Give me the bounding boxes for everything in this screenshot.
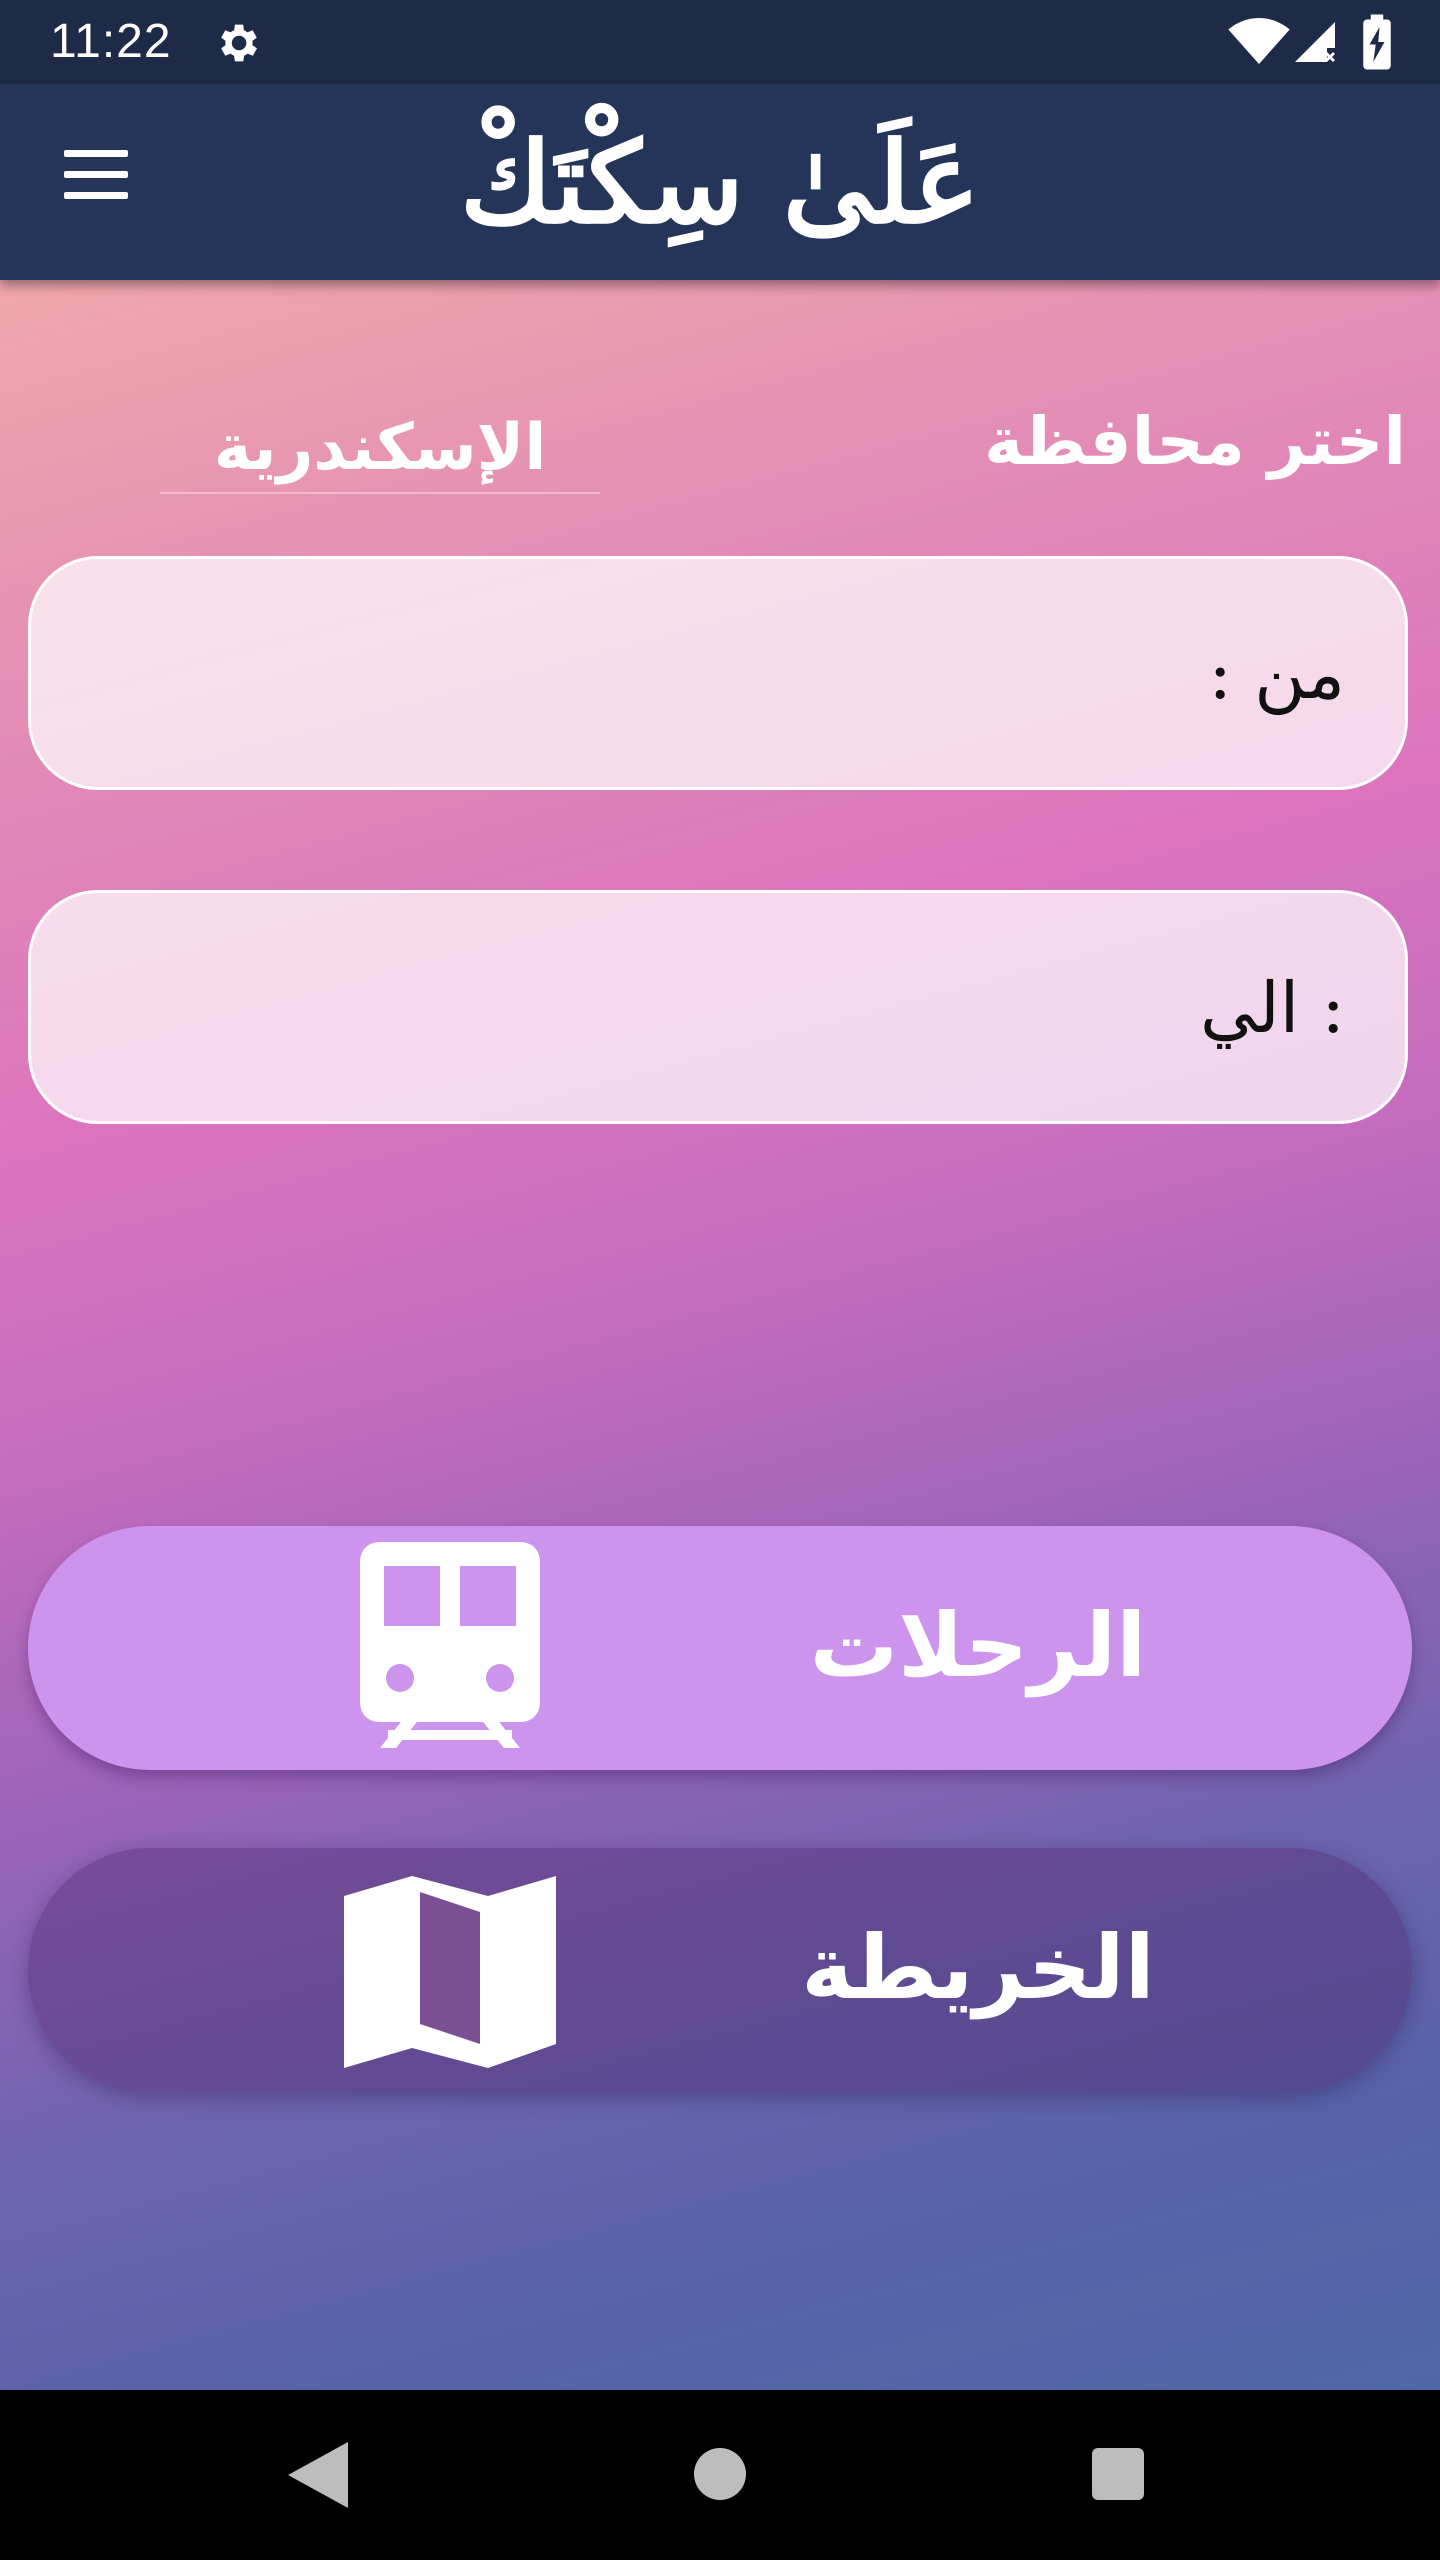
back-icon[interactable] xyxy=(288,2442,348,2508)
home-icon[interactable] xyxy=(694,2448,746,2500)
wifi-icon xyxy=(1228,18,1290,64)
from-field[interactable]: من : xyxy=(28,556,1408,790)
province-dropdown[interactable]: الإسكندرية xyxy=(160,408,600,494)
navigation-bar xyxy=(0,2390,1440,2560)
to-field[interactable]: : الي xyxy=(28,890,1408,1124)
app-title: عَلَىٰ سِكْتَكْ xyxy=(459,118,981,249)
main-content: اختر محافظة الإسكندرية من : : الي الرحلا… xyxy=(0,280,1440,2390)
status-time: 11:22 xyxy=(50,15,172,68)
map-label: الخريطة xyxy=(801,1916,1155,2019)
status-bar: 11:22 xyxy=(0,0,1440,84)
trips-label: الرحلات xyxy=(809,1594,1147,1697)
app-bar: عَلَىٰ سِكْتَكْ xyxy=(0,84,1440,280)
province-label: اختر محافظة xyxy=(984,403,1406,480)
to-label: : الي xyxy=(1200,967,1345,1049)
to-input[interactable] xyxy=(71,893,1265,1123)
from-input[interactable] xyxy=(71,559,1265,789)
train-icon xyxy=(360,1542,540,1748)
battery-charging-icon xyxy=(1363,14,1391,70)
recent-apps-icon[interactable] xyxy=(1092,2448,1144,2500)
trips-button[interactable]: الرحلات xyxy=(28,1526,1412,1770)
signal-icon xyxy=(1295,22,1335,62)
gear-icon xyxy=(221,24,257,62)
map-icon xyxy=(344,1876,556,2068)
map-button[interactable]: الخريطة xyxy=(28,1848,1412,2092)
from-label: من : xyxy=(1208,633,1345,715)
